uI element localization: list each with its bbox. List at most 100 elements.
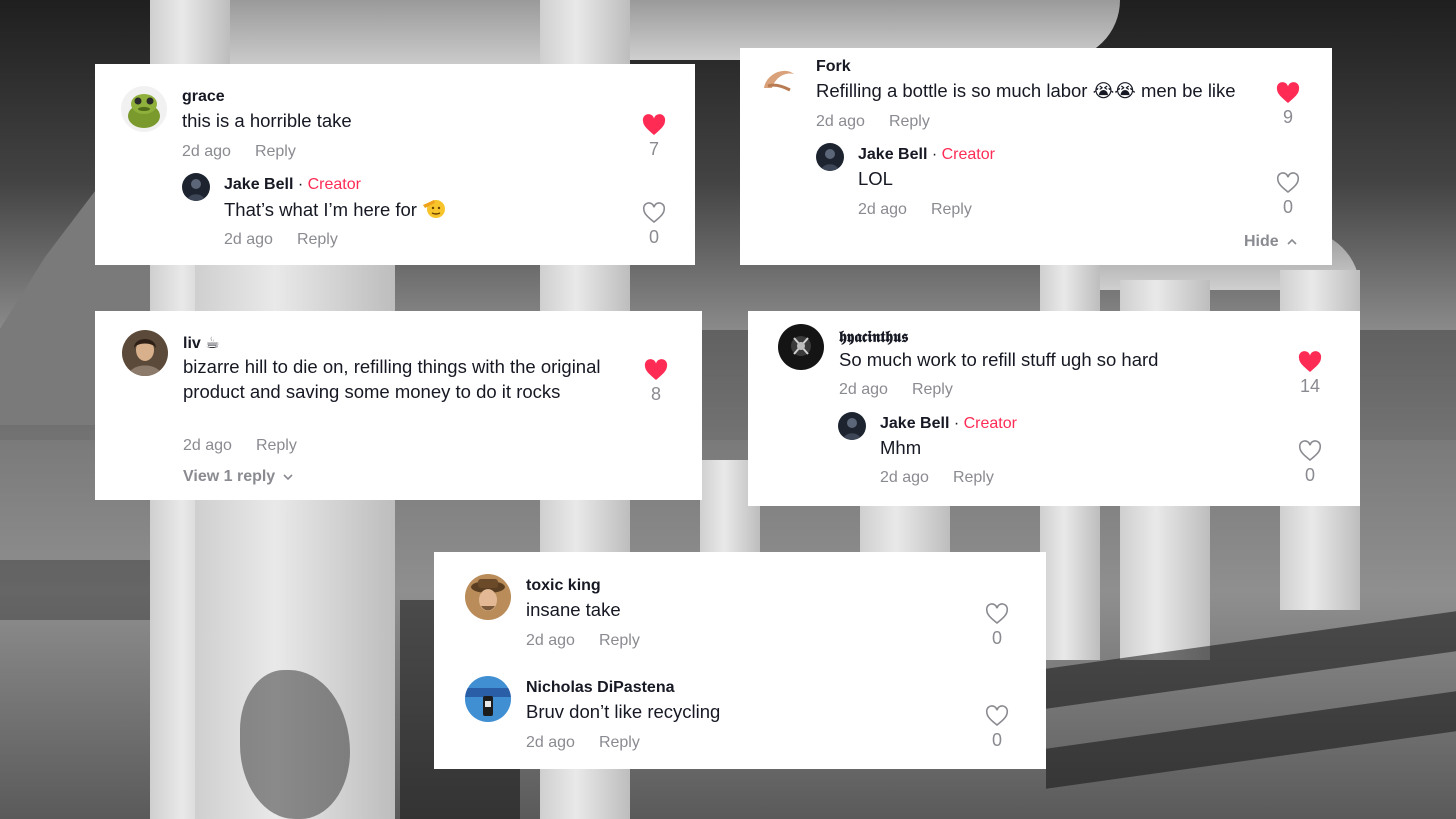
reply-timestamp: 2d ago bbox=[224, 231, 273, 248]
like-button[interactable]: 0 bbox=[982, 603, 1012, 649]
reply-text: LOL bbox=[858, 168, 893, 189]
comment-username[interactable]: liv ☕ bbox=[183, 333, 220, 353]
comment-card: grace this is a horrible take 2d ago Repl… bbox=[95, 64, 695, 265]
heart-outline-icon bbox=[1276, 172, 1300, 194]
reply-username-text: Jake Bell bbox=[880, 415, 950, 432]
username-separator: · bbox=[949, 415, 964, 432]
reply-button[interactable]: Reply bbox=[931, 201, 972, 218]
comment-meta: 2d ago Reply bbox=[183, 437, 297, 455]
comment-timestamp: 2d ago bbox=[839, 381, 888, 398]
comment-timestamp: 2d ago bbox=[816, 113, 865, 130]
heart-filled-icon bbox=[644, 359, 668, 380]
reply-username[interactable]: Jake Bell · Creator bbox=[880, 415, 1017, 433]
comment-timestamp: 2d ago bbox=[526, 632, 575, 649]
reply-meta: 2d ago Reply bbox=[858, 201, 972, 219]
chevron-down-icon bbox=[283, 474, 293, 480]
reply-button[interactable]: Reply bbox=[255, 143, 296, 160]
dark-figure-avatar[interactable] bbox=[778, 324, 824, 370]
background-shadow bbox=[0, 560, 150, 620]
like-count: 9 bbox=[1282, 107, 1293, 127]
comment-timestamp: 2d ago bbox=[182, 143, 231, 160]
like-button[interactable]: 0 bbox=[1273, 172, 1303, 218]
like-count: 0 bbox=[648, 227, 659, 247]
like-count: 0 bbox=[991, 628, 1002, 648]
like-count: 0 bbox=[1304, 465, 1315, 485]
username-separator: · bbox=[293, 176, 308, 193]
comment-meta: 2d ago Reply bbox=[182, 143, 296, 161]
comment-text: Bruv don’t like recycling bbox=[526, 701, 721, 722]
creator-badge: Creator bbox=[941, 146, 995, 163]
hide-replies-label: Hide bbox=[1244, 233, 1279, 250]
hide-replies-button[interactable]: Hide bbox=[1244, 233, 1297, 251]
reply-button[interactable]: Reply bbox=[599, 632, 640, 649]
dark-portrait-avatar[interactable] bbox=[816, 143, 844, 171]
comment-card: toxic king insane take 2d ago Reply 0 Nic… bbox=[434, 552, 1046, 769]
reply-meta: 2d ago Reply bbox=[224, 231, 338, 249]
saluting-face-emoji-icon bbox=[423, 200, 446, 218]
heart-filled-icon bbox=[642, 114, 666, 135]
reply-username-text: Jake Bell bbox=[858, 146, 928, 163]
reply-timestamp: 2d ago bbox=[858, 201, 907, 218]
dark-portrait-avatar[interactable] bbox=[838, 412, 866, 440]
view-replies-button[interactable]: View 1 reply bbox=[183, 468, 293, 486]
reply-meta: 2d ago Reply bbox=[880, 469, 994, 487]
reply-timestamp: 2d ago bbox=[880, 469, 929, 486]
comment-text: Refilling a bottle is so much labor 😭😭 m… bbox=[816, 80, 1236, 101]
like-button[interactable]: 8 bbox=[641, 359, 671, 405]
comment-card: liv ☕ bizarre hill to die on, refilling … bbox=[95, 311, 702, 500]
reply-button[interactable]: Reply bbox=[953, 469, 994, 486]
comment-meta: 2d ago Reply bbox=[816, 113, 930, 131]
comment-text: So much work to refill stuff ugh so hard bbox=[839, 349, 1159, 370]
comment-text: this is a horrible take bbox=[182, 110, 352, 131]
reply-button[interactable]: Reply bbox=[889, 113, 930, 130]
like-count: 8 bbox=[650, 384, 661, 404]
chevron-up-icon bbox=[1287, 238, 1297, 245]
heart-outline-icon bbox=[985, 705, 1009, 727]
reply-username[interactable]: Jake Bell · Creator bbox=[224, 176, 361, 194]
comment-meta: 2d ago Reply bbox=[526, 734, 640, 752]
green-frog-toy-avatar[interactable] bbox=[121, 86, 167, 132]
username-separator: · bbox=[927, 146, 942, 163]
like-button[interactable]: 7 bbox=[639, 114, 669, 160]
comment-username[interactable]: toxic king bbox=[526, 577, 601, 595]
reply-text-content: That’s what I’m here for bbox=[224, 199, 417, 220]
comment-text: bizarre hill to die on, refilling things… bbox=[183, 356, 601, 402]
like-button[interactable]: 0 bbox=[639, 202, 669, 248]
comment-timestamp: 2d ago bbox=[526, 734, 575, 751]
comment-username[interactable]: grace bbox=[182, 88, 225, 106]
man-with-hat-avatar[interactable] bbox=[465, 574, 511, 620]
creator-badge: Creator bbox=[307, 176, 361, 193]
like-button[interactable]: 0 bbox=[982, 705, 1012, 751]
dark-portrait-avatar[interactable] bbox=[182, 173, 210, 201]
comment-text: insane take bbox=[526, 599, 621, 620]
like-count: 7 bbox=[648, 139, 659, 159]
comment-timestamp: 2d ago bbox=[183, 437, 232, 454]
woman-portrait-avatar[interactable] bbox=[122, 330, 168, 376]
reply-button[interactable]: Reply bbox=[599, 734, 640, 751]
like-button[interactable]: 9 bbox=[1273, 82, 1303, 128]
reply-username[interactable]: Jake Bell · Creator bbox=[858, 146, 995, 164]
reply-text: Mhm bbox=[880, 437, 922, 458]
like-button[interactable]: 0 bbox=[1295, 440, 1325, 486]
comment-meta: 2d ago Reply bbox=[526, 632, 640, 650]
reply-button[interactable]: Reply bbox=[912, 381, 953, 398]
heart-filled-icon bbox=[1298, 351, 1322, 372]
like-button[interactable]: 14 bbox=[1295, 351, 1325, 397]
reply-button[interactable]: Reply bbox=[297, 231, 338, 248]
blue-perandi-avatar[interactable] bbox=[465, 676, 511, 722]
shrimp-avatar[interactable] bbox=[756, 56, 802, 102]
view-replies-label: View 1 reply bbox=[183, 468, 276, 485]
comment-card: Fork Refilling a bottle is so much labor… bbox=[740, 48, 1332, 265]
comment-username[interactable]: 𝖍𝖞𝖆𝖈𝖎𝖓𝖙𝖍𝖚𝖘 bbox=[839, 327, 908, 347]
heart-outline-icon bbox=[985, 603, 1009, 625]
heart-filled-icon bbox=[1276, 82, 1300, 103]
comment-username[interactable]: Fork bbox=[816, 58, 851, 76]
like-count: 0 bbox=[1282, 197, 1293, 217]
reply-button[interactable]: Reply bbox=[256, 437, 297, 454]
reply-text: That’s what I’m here for bbox=[224, 197, 446, 223]
like-count: 14 bbox=[1299, 376, 1321, 396]
comment-username[interactable]: Nicholas DiPastena bbox=[526, 679, 675, 697]
creator-badge: Creator bbox=[963, 415, 1017, 432]
comment-card: 𝖍𝖞𝖆𝖈𝖎𝖓𝖙𝖍𝖚𝖘 So much work to refill stuff … bbox=[748, 311, 1360, 506]
reply-username-text: Jake Bell bbox=[224, 176, 294, 193]
